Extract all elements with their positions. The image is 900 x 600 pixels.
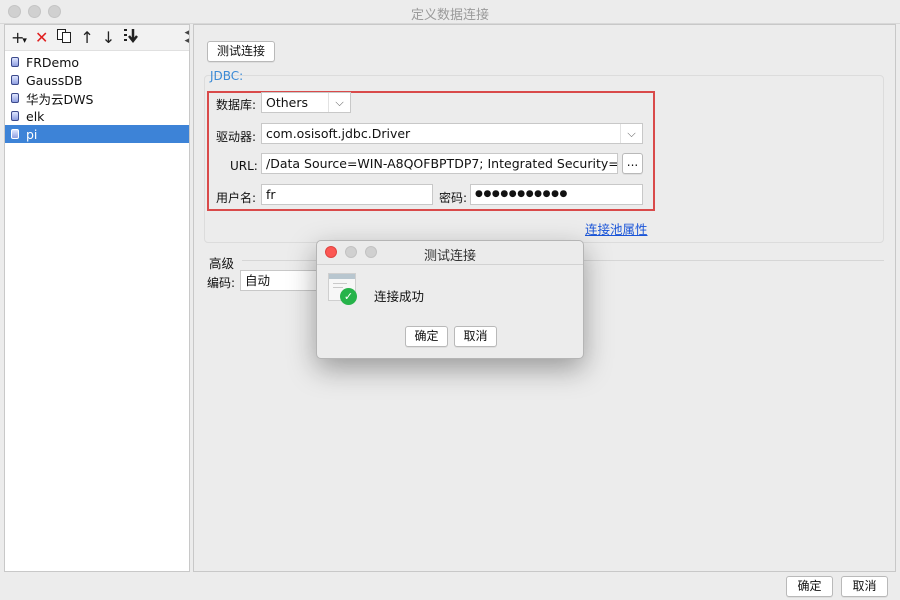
delete-icon[interactable]: ✕ [35,28,48,47]
cancel-button[interactable]: 取消 [841,576,888,597]
username-field[interactable]: fr [261,184,433,205]
encoding-label: 编码: [207,276,236,290]
driver-select[interactable]: com.osisoft.jdbc.Driver ⌵ [261,123,643,144]
chevron-down-icon: ⌵ [328,93,350,112]
connection-item[interactable]: elk [5,107,189,125]
copy-icon[interactable] [56,28,72,47]
dialog-titlebar: 测试连接 [317,241,583,265]
connection-item-selected[interactable]: pi [5,125,189,143]
jdbc-section-label: JDBC: [210,69,244,83]
driver-select-value: com.osisoft.jdbc.Driver [266,126,411,141]
window-title: 定义数据连接 [410,8,489,23]
driver-label: 驱动器: [216,130,257,144]
database-select-value: Others [266,95,309,110]
username-label: 用户名: [216,191,257,205]
dialog-message: 连接成功 [374,289,425,304]
database-icon [11,93,19,103]
database-select[interactable]: Others ⌵ [261,92,351,113]
chevron-down-icon: ▾ [22,35,27,46]
connection-item[interactable]: GaussDB [5,71,189,89]
connection-list: FRDemo GaussDB 华为云DWS elk pi [5,53,189,143]
ok-button[interactable]: 确定 [786,576,833,597]
connection-item[interactable]: FRDemo [5,53,189,71]
url-field[interactable]: /Data Source=WIN-A8QOFBPTDP7; Integrated… [261,153,618,174]
arrow-down-icon[interactable]: ↓ [102,28,115,47]
database-icon [11,57,19,67]
arrow-up-icon[interactable]: ↑ [80,28,93,47]
pool-properties-link[interactable]: 连接池属性 [585,219,648,238]
dialog-ok-button[interactable]: 确定 [405,326,448,347]
advanced-section-title: 高级 [209,256,235,271]
sort-icon[interactable] [123,27,141,48]
test-connection-dialog: 测试连接 ✓ 连接成功 确定 取消 [316,240,584,359]
connection-label: FRDemo [26,54,80,70]
connection-toolbar: +▾ ✕ ↑ ↓ ◂ ◂ [5,25,189,51]
database-icon [11,129,19,139]
connection-list-panel: +▾ ✕ ↑ ↓ ◂ ◂ FRDemo GaussDB 华为云DWS elk pi [4,24,190,572]
success-check-icon: ✓ [328,273,358,305]
url-label: URL: [230,159,258,173]
url-browse-button[interactable]: ... [622,153,643,174]
password-field[interactable]: ●●●●●●●●●●● [470,184,643,205]
add-connection-button[interactable]: +▾ [11,28,27,47]
database-label: 数据库: [216,98,257,112]
dialog-cancel-button[interactable]: 取消 [454,326,497,347]
connection-label: 华为云DWS [26,91,94,107]
test-connection-button[interactable]: 测试连接 [207,41,275,62]
encoding-select[interactable]: 自动 [240,270,318,291]
dialog-title: 测试连接 [423,249,476,264]
encoding-select-value: 自动 [245,273,271,288]
connection-label: pi [26,126,38,142]
database-icon [11,111,19,121]
connection-item[interactable]: 华为云DWS [5,89,189,107]
collapse-panel-icon[interactable]: ◂ ◂ [184,29,189,46]
database-icon [11,75,19,85]
connection-label: GaussDB [26,72,83,88]
chevron-down-icon: ⌵ [620,124,642,143]
connection-label: elk [26,108,45,124]
window-titlebar: 定义数据连接 [0,0,900,24]
password-label: 密码: [439,191,468,205]
